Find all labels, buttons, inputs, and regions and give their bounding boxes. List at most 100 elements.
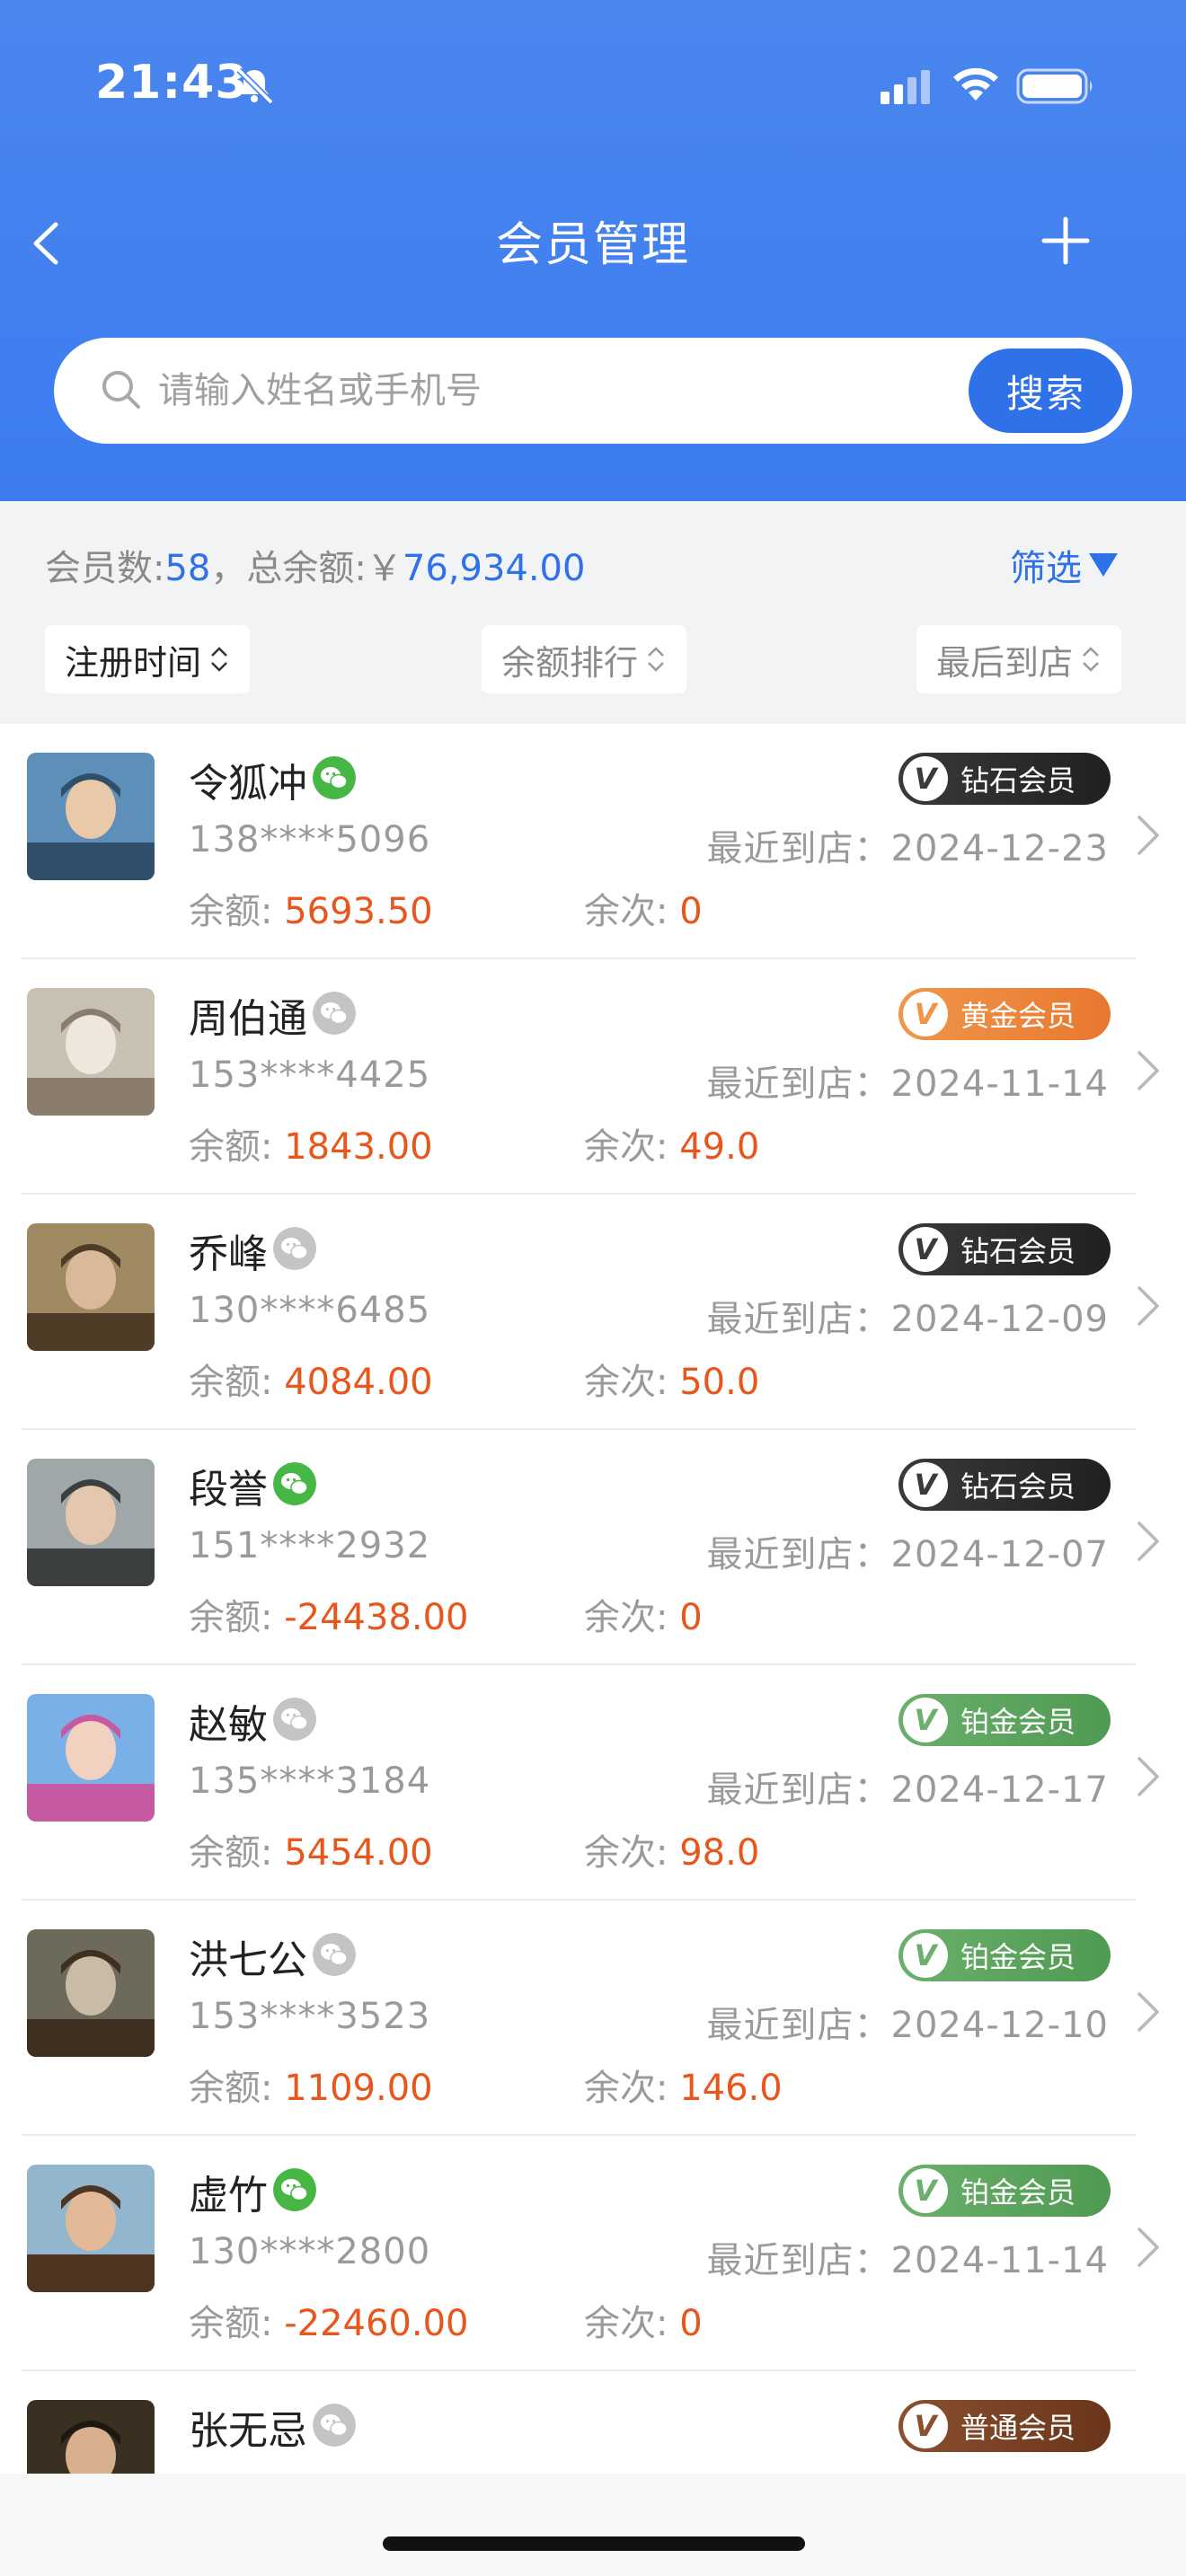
home-indicator[interactable] [383,2536,805,2551]
count-value: 0 [679,891,703,932]
avatar [27,1223,155,1351]
member-level: 铂金会员 [960,1705,1076,1739]
balance: 余额: 1109.00 [189,2059,433,2111]
avatar [27,1929,155,2057]
member-level: 钻石会员 [960,1234,1076,1268]
last-visit-label: 最近到店： [706,1769,891,1811]
vip-v-icon: V [903,1933,948,1978]
member-row[interactable]: 赵敏 V 铂金会员 135****3184 最近到店：2024-12-17 余额: 545… [0,1665,1186,1901]
count-label: 余次: [584,1832,680,1874]
wechat-icon [313,992,356,1035]
member-name: 赵敏 [189,1702,268,1748]
vip-v-icon: V [903,1462,948,1507]
remaining-count: 余次: 146.0 [584,2059,783,2111]
wechat-icon [273,1227,316,1270]
member-row[interactable]: 段誉 V 钻石会员 151****2932 最近到店：2024-12-07 余额: -24… [0,1430,1186,1665]
member-name: 虚竹 [189,2173,268,2219]
page-title: 会员管理 [495,218,690,272]
member-level: 普通会员 [960,2411,1076,2445]
last-visit: 最近到店：2024-12-09 [707,1290,1109,1342]
member-phone: 153****3523 [189,1996,431,2037]
chevron-right-icon [1137,816,1159,855]
search-icon [102,371,140,409]
member-row[interactable]: 虚竹 V 铂金会员 130****2800 最近到店：2024-11-14 余额: -22… [0,2136,1186,2371]
last-visit-date: 2024-11-14 [890,2240,1109,2281]
sort-register-time[interactable]: 注册时间 [45,625,251,693]
member-level-badge: V 铂金会员 [898,1694,1111,1746]
sort-label: 注册时间 [65,642,202,683]
home-indicator-area [0,2474,1186,2576]
balance-value: 5454.00 [284,1832,433,1874]
remaining-count: 余次: 49.0 [584,1117,759,1169]
chevron-right-icon [1137,1992,1159,2032]
member-level: 钻石会员 [960,1469,1076,1504]
balance-value: -22460.00 [284,2303,469,2344]
last-visit-date: 2024-12-09 [890,1299,1109,1340]
members-label: 会员数: [45,548,165,589]
member-row[interactable]: 令狐冲 V 钻石会员 138****5096 最近到店：2024-12-23 余额: 56… [0,724,1186,959]
last-visit-label: 最近到店： [706,2005,891,2046]
sort-arrows-icon [648,647,664,672]
last-visit-date: 2024-12-17 [890,1769,1109,1811]
sort-last-visit[interactable]: 最后到店 [916,625,1122,693]
count-label: 余次: [584,891,680,932]
wechat-icon [313,2404,356,2447]
vip-v-icon: V [903,2168,948,2213]
member-level-badge: V 钻石会员 [898,1459,1111,1511]
member-level: 钻石会员 [960,763,1076,798]
search-button[interactable]: 搜索 [969,348,1123,433]
filter-button[interactable]: 筛选 [1010,539,1118,591]
chevron-right-icon [1137,1286,1159,1326]
filter-label: 筛选 [1010,548,1082,589]
count-label: 余次: [584,2068,680,2109]
balance-label: 余额: [189,2303,285,2344]
balance: 余额: 1843.00 [189,1117,433,1169]
member-name: 张无忌 [189,2408,307,2454]
member-level-badge: V 黄金会员 [898,988,1111,1040]
member-row[interactable]: 张无忌 V 普通会员 [0,2371,1186,2474]
avatar [27,988,155,1116]
last-visit: 最近到店：2024-12-23 [707,819,1109,871]
last-visit-label: 最近到店： [706,1299,891,1340]
balance-value: -24438.00 [284,1597,469,1638]
member-summary: 会员数: 58 ， 总余额: ￥ 76,934.00 [45,539,585,591]
vip-v-icon: V [903,1227,948,1272]
member-row[interactable]: 乔峰 V 钻石会员 130****6485 最近到店：2024-12-09 余额: 408… [0,1195,1186,1430]
search-bar: 搜索 [54,338,1132,444]
remaining-count: 余次: 0 [584,1588,703,1640]
member-phone: 135****3184 [189,1760,431,1802]
last-visit-label: 最近到店： [706,1063,891,1105]
member-level-badge: V 铂金会员 [898,1929,1111,1981]
balance-value: 5693.50 [284,891,433,932]
total-balance-value: 76,934.00 [402,548,586,589]
member-level: 铂金会员 [960,2175,1076,2210]
wechat-icon [313,1933,356,1976]
count-value: 0 [679,1597,703,1638]
sort-balance-rank[interactable]: 余额排行 [482,625,687,693]
last-visit: 最近到店：2024-12-07 [707,1525,1109,1577]
count-value: 0 [679,2303,703,2344]
balance-label: 余额: [189,1126,285,1168]
last-visit: 最近到店：2024-11-14 [707,2231,1109,2283]
bell-slash-icon [236,67,274,105]
member-row[interactable]: 周伯通 V 黄金会员 153****4425 最近到店：2024-11-14 余额: 18… [0,959,1186,1195]
vip-v-icon: V [903,2404,948,2448]
remaining-count: 余次: 50.0 [584,1353,759,1405]
status-time: 21:43 [95,56,249,110]
count-label: 余次: [584,1597,680,1638]
member-phone: 130****2800 [189,2231,431,2272]
last-visit: 最近到店：2024-12-10 [707,1996,1109,2048]
member-phone: 138****5096 [189,819,431,860]
balance-label: 余额: [189,1597,285,1638]
last-visit-label: 最近到店： [706,2240,891,2281]
remaining-count: 余次: 0 [584,2294,703,2346]
balance: 余额: 4084.00 [189,1353,433,1405]
plus-icon[interactable] [1040,216,1091,266]
avatar [27,2400,155,2474]
count-value: 50.0 [679,1362,760,1403]
total-balance-label: 总余额: [246,548,367,589]
avatar [27,753,155,880]
search-input[interactable] [158,361,967,420]
member-name: 令狐冲 [189,761,307,807]
member-row[interactable]: 洪七公 V 铂金会员 153****3523 最近到店：2024-12-10 余额: 11… [0,1901,1186,2136]
